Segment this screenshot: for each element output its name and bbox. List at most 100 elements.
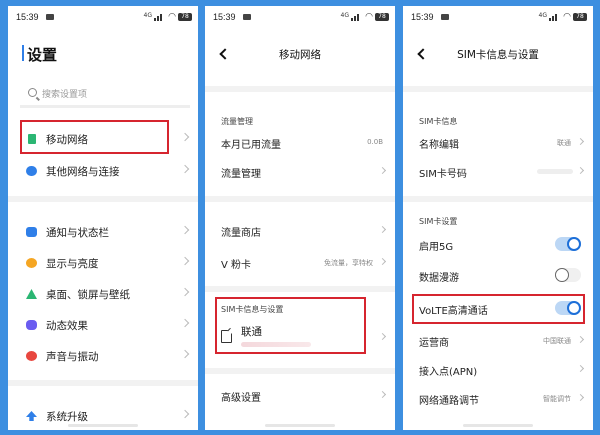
row-label: 网络通路调节: [419, 396, 479, 407]
chevron-right-icon: [378, 390, 387, 399]
wifi-icon: ◠: [168, 12, 176, 22]
advanced-settings-row[interactable]: 高级设置: [205, 383, 395, 409]
row-label: 数据漫游: [419, 273, 459, 284]
chevron-right-icon: [180, 164, 190, 174]
divider: [205, 286, 395, 292]
settings-item-effects[interactable]: 动态效果: [8, 311, 198, 339]
home-indicator: [463, 424, 533, 427]
operator-row[interactable]: 运营商 中国联通: [403, 328, 593, 354]
chevron-right-icon: [378, 166, 387, 175]
row-value: 联通: [557, 139, 571, 147]
row-label: 流量商店: [221, 228, 261, 239]
settings-item-display[interactable]: 显示与亮度: [8, 249, 198, 277]
notification-icon: [441, 14, 449, 20]
network-type-label: 4G: [340, 12, 349, 19]
row-label: 高级设置: [221, 393, 261, 404]
divider: [403, 86, 593, 92]
settings-item-label: 系统升级: [46, 411, 88, 423]
status-time: 15:39: [411, 12, 434, 22]
chevron-right-icon: [576, 335, 585, 344]
notification-icon: [46, 14, 54, 20]
sim-number-row[interactable]: SIM卡号码: [403, 159, 593, 185]
row-label: SIM卡号码: [419, 169, 467, 180]
row-value: 智能调节: [543, 395, 571, 403]
wifi-icon: ◠: [365, 12, 373, 22]
settings-item-notifications[interactable]: 通知与状态栏: [8, 218, 198, 246]
row-value: 0.0B: [367, 138, 383, 146]
vfans-card-row[interactable]: V 粉卡 免流量，享特权: [205, 250, 395, 276]
settings-item-wallpaper[interactable]: 桌面、锁屏与壁纸: [8, 280, 198, 308]
chevron-right-icon: [576, 364, 585, 373]
row-value: 免流量，享特权: [324, 259, 373, 267]
chevron-right-icon: [180, 256, 190, 266]
chevron-right-icon: [576, 166, 585, 175]
enable-5g-toggle[interactable]: [555, 237, 581, 251]
chevron-right-icon: [180, 225, 190, 235]
chevron-right-icon: [180, 409, 190, 419]
divider: [8, 380, 198, 386]
divider: [8, 196, 198, 202]
settings-item-label: 其他网络与连接: [46, 166, 120, 178]
highlight-box: [412, 294, 585, 324]
status-bar: 15:39 4G ◠ 78: [8, 6, 198, 28]
header: 移动网络: [205, 36, 395, 70]
row-label: 名称编辑: [419, 140, 459, 151]
divider: [403, 196, 593, 202]
row-value: 中国联通: [543, 337, 571, 345]
chevron-right-icon: [378, 225, 387, 234]
signal-icon: [549, 13, 559, 21]
highlight-box: [20, 120, 169, 154]
monthly-usage-row: 本月已用流量 0.0B: [205, 130, 395, 156]
wifi-icon: ◠: [563, 12, 571, 22]
section-header-sim-info: SIM卡信息: [419, 117, 458, 126]
battery-icon: 78: [573, 13, 587, 21]
connection-icon: [26, 166, 37, 176]
chevron-right-icon: [576, 393, 585, 402]
settings-screen: 15:39 4G ◠ 78 设置 搜索设置项 移动网络 其他网络与连接 通知与状…: [8, 6, 198, 430]
battery-icon: 78: [375, 13, 389, 21]
divider: [205, 86, 395, 92]
search-placeholder: 搜索设置项: [42, 90, 88, 100]
page-title: 移动网络: [279, 49, 321, 61]
status-time: 15:39: [16, 12, 39, 22]
row-label: 启用5G: [419, 242, 454, 253]
settings-item-sound[interactable]: 声音与振动: [8, 342, 198, 370]
battery-icon: 78: [178, 13, 192, 21]
settings-item-label: 动态效果: [46, 320, 88, 332]
network-type-label: 4G: [538, 12, 547, 19]
divider: [205, 196, 395, 202]
display-icon: [26, 258, 37, 268]
settings-item-label: 声音与振动: [46, 351, 99, 363]
upgrade-icon: [26, 411, 37, 421]
sim-number-redacted: [537, 169, 573, 174]
traffic-store-row[interactable]: 流量商店: [205, 218, 395, 244]
name-edit-row[interactable]: 名称编辑 联通: [403, 130, 593, 156]
row-label: 本月已用流量: [221, 140, 281, 151]
chevron-right-icon: [180, 349, 190, 359]
traffic-management-row[interactable]: 流量管理: [205, 159, 395, 185]
network-tuning-row[interactable]: 网络通路调节 智能调节: [403, 386, 593, 412]
chevron-right-icon: [180, 318, 190, 328]
row-label: 接入点(APN): [419, 367, 478, 378]
page-title: SIM卡信息与设置: [457, 49, 539, 61]
data-roaming-toggle[interactable]: [555, 268, 581, 282]
effects-icon: [26, 320, 37, 330]
search-input[interactable]: 搜索设置项: [20, 84, 190, 108]
status-bar: 15:39 4G ◠ 78: [205, 6, 395, 28]
status-bar: 15:39 4G ◠ 78: [403, 6, 593, 28]
data-roaming-row: 数据漫游: [403, 263, 593, 289]
settings-item-label: 通知与状态栏: [46, 227, 109, 239]
chevron-right-icon: [576, 137, 585, 146]
status-time: 15:39: [213, 12, 236, 22]
notification-icon: [243, 14, 251, 20]
signal-icon: [351, 13, 361, 21]
apn-row[interactable]: 接入点(APN): [403, 357, 593, 383]
chevron-right-icon: [180, 132, 190, 142]
section-header-traffic: 流量管理: [221, 117, 253, 126]
search-icon: [28, 88, 37, 97]
divider: [205, 368, 395, 374]
row-label: V 粉卡: [221, 260, 252, 271]
settings-item-other-connections[interactable]: 其他网络与连接: [8, 157, 198, 185]
settings-item-label: 显示与亮度: [46, 258, 99, 270]
chevron-right-icon: [180, 287, 190, 297]
